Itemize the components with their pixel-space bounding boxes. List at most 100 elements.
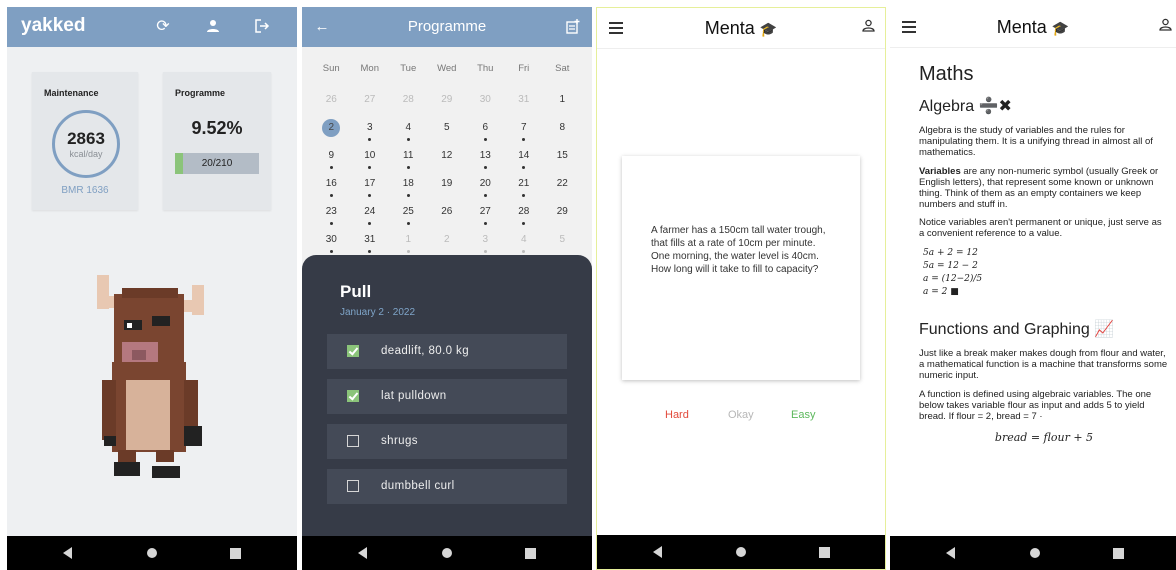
calendar-day[interactable]: 26 (428, 203, 467, 231)
home-nav-button[interactable] (721, 535, 761, 569)
calendar-day[interactable]: 10 (351, 147, 390, 175)
programme-card[interactable]: Programme 9.52% 20/210 (163, 72, 271, 210)
calendar-day-number: 14 (518, 150, 530, 161)
note-add-icon[interactable] (562, 15, 584, 37)
calendar-day[interactable]: 21 (505, 175, 544, 203)
calendar-day-number: 6 (482, 122, 489, 133)
calendar-day[interactable]: 2 (312, 119, 351, 147)
equation-3: a = (12−2)/5 (923, 274, 983, 285)
calendar-day[interactable]: 5 (428, 119, 467, 147)
recents-nav-button[interactable] (804, 535, 844, 569)
algebra-paragraph-3: Notice variables aren't permanent or uni… (919, 217, 1162, 240)
exercise-item[interactable]: lat pulldown (327, 379, 567, 414)
sync-icon[interactable]: ⟳ (152, 15, 174, 37)
workout-indicator-dot (406, 222, 410, 225)
flashcard[interactable]: A farmer has a 150cm tall water trough, … (622, 156, 860, 380)
app-title: Menta (996, 17, 1047, 37)
calendar-day[interactable]: 15 (543, 147, 582, 175)
calendar-day[interactable]: 27 (466, 203, 505, 231)
calendar-day[interactable]: 7 (505, 119, 544, 147)
calendar-day[interactable]: 8 (543, 119, 582, 147)
system-nav-bar (890, 536, 1176, 570)
back-nav-button[interactable] (930, 536, 970, 570)
programme-label: Programme (175, 88, 226, 98)
workout-indicator-dot (483, 166, 487, 169)
home-nav-button[interactable] (132, 536, 172, 570)
app-bar: ← Programme (302, 7, 592, 47)
calendar-day[interactable]: 25 (389, 203, 428, 231)
exercise-item[interactable]: dumbbell curl (327, 469, 567, 504)
calendar-day[interactable]: 13 (466, 147, 505, 175)
account-icon[interactable] (1159, 18, 1172, 34)
workout-indicator-dot (329, 166, 333, 169)
programme-screen: ← Programme Sun Mon Tue Wed Thu Fri Sat 26 27 28 2… (302, 7, 592, 570)
account-icon[interactable] (862, 19, 875, 35)
exercise-item[interactable]: shrugs (327, 424, 567, 459)
exercise-checkbox[interactable] (347, 390, 359, 402)
calendar-day[interactable]: 20 (466, 175, 505, 203)
home-nav-button[interactable] (1015, 536, 1055, 570)
workout-indicator-dot (406, 194, 410, 197)
calendar-day[interactable]: 28 (389, 91, 428, 119)
calendar-day[interactable]: 1 (543, 91, 582, 119)
calendar-day[interactable]: 26 (312, 91, 351, 119)
calendar-day[interactable]: 14 (505, 147, 544, 175)
calendar-day-number: 16 (325, 178, 337, 189)
back-nav-button[interactable] (342, 536, 382, 570)
workout-indicator-dot (522, 138, 526, 141)
exercise-label: dumbbell curl (381, 480, 455, 492)
calendar-day[interactable]: 11 (389, 147, 428, 175)
calendar-day[interactable]: 22 (543, 175, 582, 203)
lesson-content: Maths Algebra ➗✖ Algebra is the study of… (919, 63, 1169, 444)
calendar-day[interactable]: 18 (389, 175, 428, 203)
recents-nav-button[interactable] (510, 536, 550, 570)
calendar-day[interactable]: 29 (428, 91, 467, 119)
calendar-day[interactable]: 16 (312, 175, 351, 203)
calendar-day[interactable]: 29 (543, 203, 582, 231)
workout-indicator-dot (522, 166, 526, 169)
okay-button[interactable]: Okay (728, 409, 754, 421)
calendar-day-number: 30 (479, 94, 491, 105)
workout-indicator-dot (329, 222, 333, 225)
calendar-day-number: 15 (556, 150, 568, 161)
exercise-label: deadlift, 80.0 kg (381, 345, 469, 357)
calendar-week-row: 2 3 4 5 6 7 8 (312, 119, 582, 147)
easy-button[interactable]: Easy (791, 409, 815, 421)
exercise-checkbox[interactable] (347, 345, 359, 357)
calendar-day[interactable]: 12 (428, 147, 467, 175)
yakked-screen: yakked ⟳ Maintenance 2863 kcal/day BMR 1… (7, 7, 297, 570)
recents-nav-button[interactable] (1098, 536, 1138, 570)
calendar-day[interactable]: 30 (466, 91, 505, 119)
workout-title: Pull (340, 282, 372, 301)
calendar-day[interactable]: 9 (312, 147, 351, 175)
calendar-day[interactable]: 17 (351, 175, 390, 203)
maintenance-card[interactable]: Maintenance 2863 kcal/day BMR 1636 (32, 72, 138, 210)
calendar-day[interactable]: 23 (312, 203, 351, 231)
calendar-day[interactable]: 24 (351, 203, 390, 231)
calendar-day[interactable]: 31 (505, 91, 544, 119)
exercise-item[interactable]: deadlift, 80.0 kg (327, 334, 567, 369)
account-icon[interactable] (202, 15, 224, 37)
workout-indicator-dot (483, 250, 487, 253)
exercise-checkbox[interactable] (347, 435, 359, 447)
calendar-week-row: 26 27 28 29 30 31 1 (312, 91, 582, 119)
calendar-day[interactable]: 3 (351, 119, 390, 147)
home-nav-button[interactable] (427, 536, 467, 570)
recents-nav-button[interactable] (215, 536, 255, 570)
exercise-checkbox[interactable] (347, 480, 359, 492)
calendar-day[interactable]: 6 (466, 119, 505, 147)
logout-icon[interactable] (251, 15, 273, 37)
back-nav-button[interactable] (47, 536, 87, 570)
workout-indicator-dot (368, 194, 372, 197)
calendar-day[interactable]: 4 (389, 119, 428, 147)
hard-button[interactable]: Hard (665, 409, 689, 421)
back-nav-button[interactable] (637, 535, 677, 569)
workout-indicator-dot (406, 138, 410, 141)
calendar-day[interactable]: 27 (351, 91, 390, 119)
calendar-day[interactable]: 28 (505, 203, 544, 231)
workout-indicator-dot (522, 194, 526, 197)
calendar-day-number: 9 (328, 150, 335, 161)
weekday-label: Sat (555, 63, 570, 74)
calendar-day-number: 3 (482, 234, 489, 245)
calendar-day[interactable]: 19 (428, 175, 467, 203)
